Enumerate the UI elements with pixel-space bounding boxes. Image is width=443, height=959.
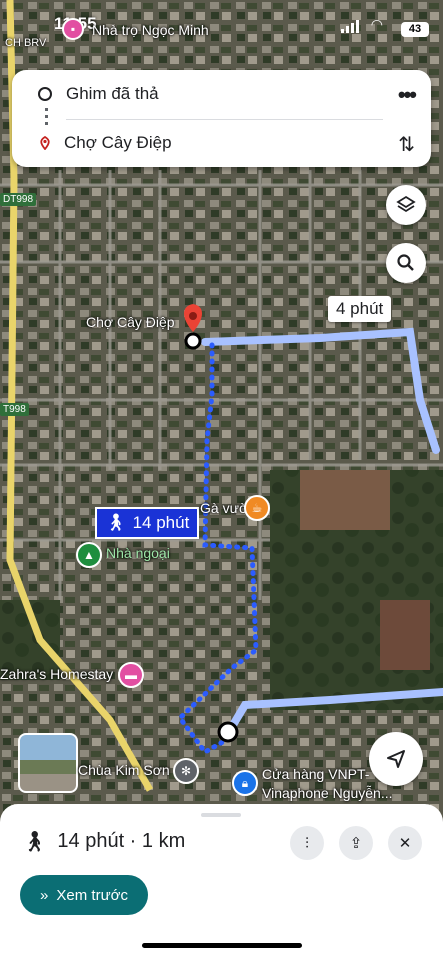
more-options-icon[interactable]: ••• <box>398 82 417 108</box>
back-app-label[interactable]: CH BRV <box>5 37 46 49</box>
destination-marker-icon <box>40 136 50 150</box>
layers-button[interactable] <box>386 185 426 225</box>
map-label-nha-ngoai[interactable]: Nhà ngoại <box>106 545 170 561</box>
navigation-arrow-icon <box>387 750 405 768</box>
walk-time-tag[interactable]: 🚶︎ 14 phút <box>95 507 200 539</box>
origin-field[interactable]: Ghim đã thả <box>38 82 159 106</box>
drive-time-tag[interactable]: 4 phút <box>328 296 392 322</box>
battery-icon: 43 <box>401 22 429 37</box>
food-icon[interactable]: ☕ <box>244 495 270 521</box>
shop-icon[interactable]: 🔒︎ <box>232 770 258 796</box>
layers-icon <box>396 195 416 213</box>
road-sign-dt998: DT998 <box>0 193 37 206</box>
destination-field[interactable]: Chợ Cây Điệp <box>38 131 172 155</box>
route-options-button[interactable]: ⫶ <box>290 826 324 860</box>
home-indicator[interactable] <box>142 943 302 948</box>
hotel-icon[interactable]: ▬ <box>118 662 144 688</box>
map-label-cho[interactable]: Chợ Cây Điệp <box>86 314 175 330</box>
origin-text: Ghim đã thả <box>66 84 159 103</box>
share-button[interactable]: ⇪ <box>339 826 373 860</box>
walk-time-text: 14 phút <box>132 513 190 532</box>
directions-card: Ghim đã thả Chợ Cây Điệp ••• ⇅ <box>12 70 431 167</box>
origin-circle-icon <box>38 87 52 101</box>
close-button[interactable]: ✕ <box>388 826 422 860</box>
map-label-zahra[interactable]: Zahra's Homestay <box>0 666 113 682</box>
preview-button[interactable]: » Xem trước <box>20 875 148 915</box>
destination-text: Chợ Cây Điệp <box>64 133 172 152</box>
wifi-icon: ◠ <box>370 16 383 32</box>
road-sign-t998: T998 <box>0 403 29 416</box>
divider <box>66 119 383 120</box>
map-label-vnpt-1[interactable]: Cửa hàng VNPT- <box>262 766 369 782</box>
street-view-thumbnail[interactable] <box>18 733 78 793</box>
recenter-button[interactable] <box>369 732 423 786</box>
map-label-chua[interactable]: Chùa Kim Sơn <box>78 762 170 778</box>
start-point-icon <box>217 721 239 743</box>
search-button[interactable] <box>386 243 426 283</box>
tree-icon[interactable]: ▲ <box>76 542 102 568</box>
preview-label: Xem trước <box>56 886 128 904</box>
lodging-icon[interactable]: ▪ <box>62 18 84 40</box>
temple-icon[interactable]: ✻ <box>173 758 199 784</box>
bottom-sheet: 🚶︎ 14 phút · 1 km ⫶ ⇪ ✕ » Xem trước <box>0 804 443 959</box>
walking-icon: 🚶︎ <box>105 513 127 532</box>
route-dots-icon <box>45 108 48 128</box>
share-icon: ⇪ <box>349 835 363 852</box>
search-icon <box>397 254 414 271</box>
signal-icon <box>341 20 359 33</box>
sliders-icon: ⫶ <box>305 834 309 852</box>
chevrons-icon: » <box>40 886 49 904</box>
trip-summary: 🚶︎ 14 phút · 1 km <box>22 829 185 854</box>
map-label-nha-tro[interactable]: Nhà trọ Ngọc Minh <box>92 22 209 38</box>
walking-icon: 🚶︎ <box>22 831 48 853</box>
close-icon: ✕ <box>398 835 412 852</box>
trip-summary-text: 14 phút · 1 km <box>57 830 186 852</box>
swap-icon[interactable]: ⇅ <box>398 132 415 157</box>
map-label-vnpt-2[interactable]: Vinaphone Nguyễn... <box>262 785 393 801</box>
sheet-handle[interactable] <box>201 813 241 817</box>
